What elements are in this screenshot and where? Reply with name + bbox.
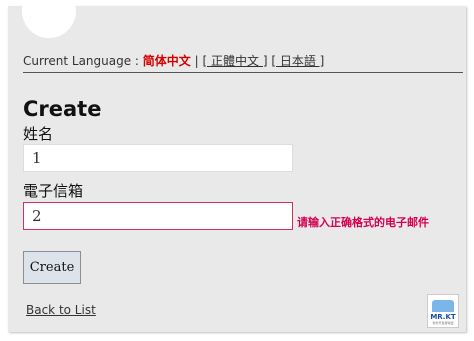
site-logo: MR.KT 软件开发者联盟 [427,294,459,328]
email-label: 電子信箱 [23,182,84,200]
logo-subtext: 软件开发者联盟 [432,321,454,325]
language-separator: | [194,54,199,68]
logo-mark [432,300,454,312]
name-label: 姓名 [23,125,54,143]
current-language: 简体中文 [142,54,191,68]
language-prefix: Current Language : [23,54,139,68]
language-bar: Current Language : 简体中文 | [ 正體中文 ] [ 日本語… [23,52,324,69]
decorative-circle [22,0,76,38]
language-option-japanese[interactable]: [ 日本語 ] [271,54,324,68]
email-error-message: 请输入正确格式的电子邮件 [297,216,429,229]
page-panel: Current Language : 简体中文 | [ 正體中文 ] [ 日本語… [8,0,466,332]
page-title: Create [23,97,102,121]
back-to-list-link[interactable]: Back to List [26,303,96,317]
language-option-traditional-chinese[interactable]: [ 正體中文 ] [203,54,268,68]
name-input[interactable]: 1 [23,144,293,172]
header-divider [23,72,463,73]
email-input[interactable]: 2 [23,202,293,230]
logo-text: MR.KT [430,313,456,321]
create-button[interactable]: Create [23,251,81,284]
